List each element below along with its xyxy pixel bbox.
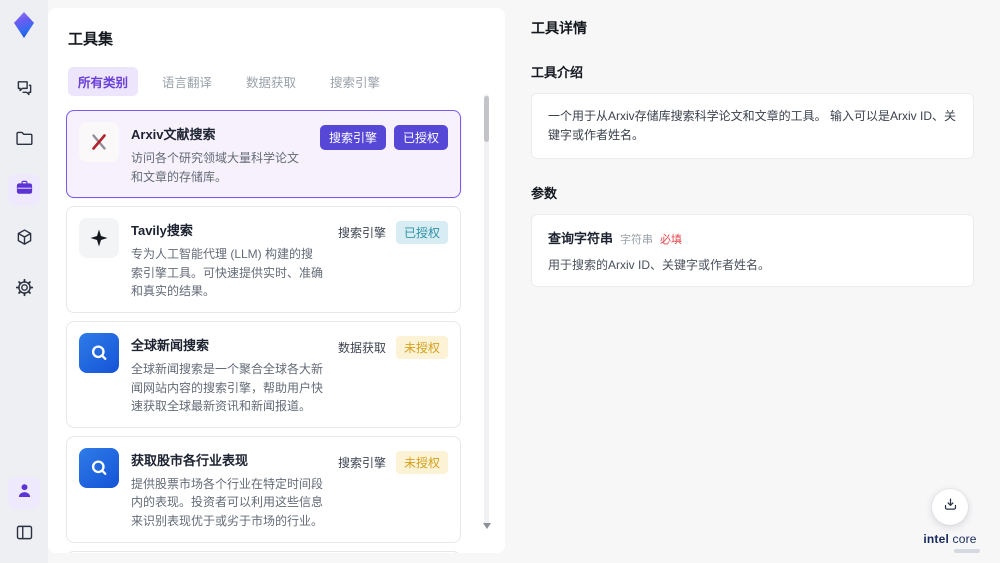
tool-body: 获取股市各行业表现 提供股票市场各个行业在特定时间段内的表现。投资者可以利用这些… [131, 448, 324, 531]
tool-body: 全球新闻搜索 全球新闻搜索是一个聚合全球各大新闻网站内容的搜索引擎，帮助用户快速… [131, 333, 324, 416]
intro-heading: 工具介绍 [531, 65, 584, 80]
tool-body: Arxiv文献搜索 访问各个研究领域大量科学论文和文章的存储库。 [131, 122, 308, 186]
category-tabs: 所有类别 语言翻译 数据获取 搜索引擎 [68, 67, 487, 96]
tool-icon [79, 218, 119, 259]
scroll-down-icon[interactable] [483, 523, 491, 529]
user-icon [14, 480, 35, 506]
scrollbar-track[interactable] [484, 94, 489, 525]
detail-title: 工具详情 [531, 20, 587, 36]
tool-card[interactable]: Tavily搜索 专为人工智能代理 (LLM) 构建的搜索引擎工具。可快速提供实… [66, 206, 461, 313]
download-icon [942, 496, 959, 518]
intel-core-logo: intel core [920, 532, 980, 553]
sidebar-item-files[interactable] [8, 124, 40, 156]
tool-icon [79, 447, 119, 488]
param-box: 查询字符串 字符串 必填 用于搜索的Arxiv ID、关键字或作者姓名。 [531, 214, 974, 288]
tool-auth-badge: 已授权 [393, 125, 448, 150]
tool-tags: 搜索引擎 已授权 [319, 125, 448, 186]
tool-description: 提供股票市场各个行业在特定时间段内的表现。投资者可以利用这些信息来识别表现优于或… [131, 476, 324, 528]
param-type: 字符串 [620, 234, 654, 247]
search-app-icon [91, 345, 107, 360]
left-rail [0, 0, 48, 563]
tool-description: 专为人工智能代理 (LLM) 构建的搜索引擎工具。可快速提供实时、准确和真实的结… [131, 247, 324, 299]
sidebar-item-chat[interactable] [8, 74, 40, 106]
tool-category-tag: 搜索引擎 [319, 125, 386, 150]
sidebar-item-models[interactable] [8, 224, 40, 256]
intro-text: 一个用于从Arxiv存储库搜索科学论文和文章的工具。 输入可以是Arxiv ID… [548, 109, 957, 143]
brand-intel: intel [923, 532, 949, 546]
tool-auth-badge: 已授权 [395, 221, 448, 245]
tool-list: Arxiv文献搜索 访问各个研究领域大量科学论文和文章的存储库。 搜索引擎 已授… [66, 110, 487, 553]
tab-all-categories[interactable]: 所有类别 [68, 67, 139, 96]
search-app-icon [91, 460, 107, 475]
param-description: 用于搜索的Arxiv ID、关键字或作者姓名。 [548, 258, 771, 273]
tool-category-tag: 数据获取 [337, 340, 386, 355]
tool-description: 访问各个研究领域大量科学论文和文章的存储库。 [131, 151, 300, 184]
param-name: 查询字符串 [548, 231, 614, 247]
tool-icon [79, 122, 119, 162]
tool-list-panel: 工具集 所有类别 语言翻译 数据获取 搜索引擎 Arxiv文献搜索 访问各个研究… [48, 8, 505, 553]
rail-nav [8, 74, 40, 306]
tool-card[interactable]: 全球新闻搜索 全球新闻搜索是一个聚合全球各大新闻网站内容的搜索引擎，帮助用户快速… [66, 320, 461, 428]
tool-card[interactable]: 获取股市各行业表现 提供股票市场各个行业在特定时间段内的表现。投资者可以利用这些… [66, 435, 461, 543]
panel-toggle-icon [14, 522, 35, 548]
download-button[interactable] [932, 489, 968, 525]
params-heading: 参数 [531, 186, 558, 202]
tool-auth-badge: 未授权 [395, 335, 448, 359]
corner-widgets: intel core [920, 489, 980, 553]
cube-icon [14, 227, 35, 253]
tab-search-engine[interactable]: 搜索引擎 [320, 67, 390, 96]
app-logo [9, 10, 39, 40]
arxiv-icon [92, 134, 106, 150]
settings-icon [14, 277, 35, 303]
sidebar-item-account[interactable] [8, 477, 40, 509]
sidebar-item-tools[interactable] [8, 174, 40, 206]
tool-body: Tavily搜索 专为人工智能代理 (LLM) 构建的搜索引擎工具。可快速提供实… [131, 218, 324, 301]
tool-name: 获取股市各行业表现 [131, 452, 249, 468]
main-area: 工具集 所有类别 语言翻译 数据获取 搜索引擎 Arxiv文献搜索 访问各个研究… [48, 0, 1000, 563]
tool-tags: 搜索引擎 已授权 [336, 221, 448, 301]
scrollbar-thumb[interactable] [484, 96, 489, 142]
tab-language-translation[interactable]: 语言翻译 [152, 67, 222, 96]
tool-tags: 数据获取 未授权 [336, 335, 448, 416]
sidebar-item-collapse[interactable] [8, 519, 40, 551]
tavily-star-icon [90, 229, 108, 247]
tool-card[interactable]: Arxiv文献搜索 访问各个研究领域大量科学论文和文章的存储库。 搜索引擎 已授… [66, 110, 461, 199]
toolbox-icon [14, 177, 35, 203]
folder-icon [14, 127, 35, 153]
page-title: 工具集 [68, 31, 114, 48]
tool-detail-panel: 工具详情 工具介绍 一个用于从Arxiv存储库搜索科学论文和文章的工具。 输入可… [505, 0, 1000, 563]
tool-tags: 搜索引擎 未授权 [336, 450, 448, 531]
param-required-badge: 必填 [660, 234, 683, 247]
rail-bottom [8, 477, 40, 563]
sidebar-item-settings[interactable] [8, 274, 40, 306]
tool-name: Tavily搜索 [131, 223, 193, 239]
tool-category-tag: 搜索引擎 [337, 455, 386, 470]
chat-icon [14, 77, 35, 103]
tool-auth-badge: 未授权 [395, 450, 448, 474]
tool-name: Arxiv文献搜索 [131, 127, 216, 142]
tool-card[interactable]: 获取市场最活跃股票信息 提供当天交易量最高的股票列表，投资者可以利用这些信息来识… [66, 550, 461, 553]
tool-name: 全球新闻搜索 [131, 337, 210, 353]
tool-description: 全球新闻搜索是一个聚合全球各大新闻网站内容的搜索引擎，帮助用户快速获取全球最新资… [131, 361, 324, 414]
tab-data-fetch[interactable]: 数据获取 [236, 67, 306, 96]
intro-box: 一个用于从Arxiv存储库搜索科学论文和文章的工具。 输入可以是Arxiv ID… [531, 93, 974, 160]
brand-core: core [952, 532, 977, 546]
tool-icon [79, 332, 119, 373]
tool-category-tag: 搜索引擎 [337, 226, 386, 241]
